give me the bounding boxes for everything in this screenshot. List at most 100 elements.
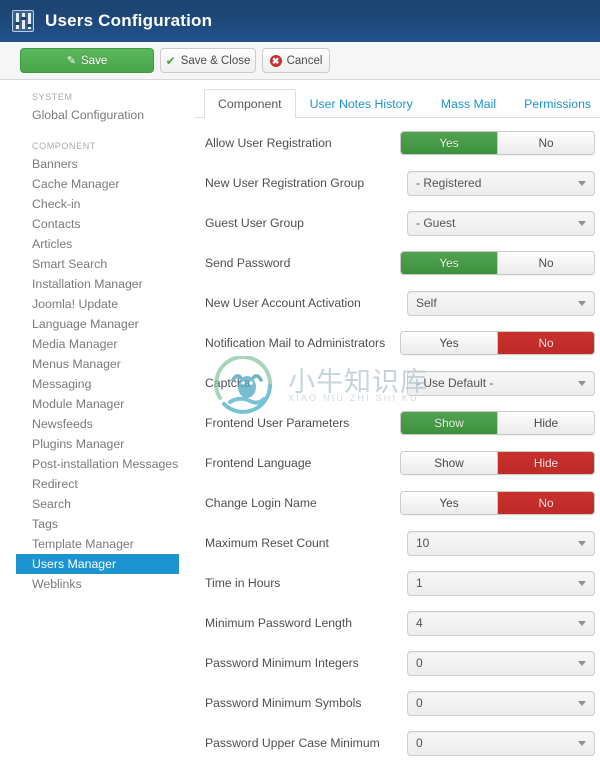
- chevron-down-icon: [578, 661, 586, 666]
- sidebar-item-smart-search[interactable]: Smart Search: [16, 254, 179, 274]
- sidebar-item-tags[interactable]: Tags: [16, 514, 179, 534]
- select-guest-user-group[interactable]: - Guest: [407, 210, 595, 236]
- edit-save-icon: ✎: [66, 55, 76, 67]
- sidebar-item-redirect[interactable]: Redirect: [16, 474, 179, 494]
- sidebar-item-language-manager[interactable]: Language Manager: [16, 314, 179, 334]
- sidebar-item-installation-manager[interactable]: Installation Manager: [16, 274, 179, 294]
- chevron-down-icon: [578, 581, 586, 586]
- sidebar-item-module-manager[interactable]: Module Manager: [16, 394, 179, 414]
- label-password-upper-case-minimum: Password Upper Case Minimum: [205, 736, 380, 750]
- label-change-login-name: Change Login Name: [205, 496, 317, 510]
- sidebar-item-check-in[interactable]: Check-in: [16, 194, 179, 214]
- label-maximum-reset-count: Maximum Reset Count: [205, 536, 329, 550]
- label-minimum-password-length: Minimum Password Length: [205, 616, 352, 630]
- select-password-upper-case-minimum[interactable]: 0: [407, 730, 595, 756]
- toggle-option-no[interactable]: No: [497, 132, 594, 154]
- select-password-minimum-integers[interactable]: 0: [407, 650, 595, 676]
- label-password-minimum-integers: Password Minimum Integers: [205, 656, 359, 670]
- form-row-password-minimum-symbols: Password Minimum Symbols 0: [195, 683, 600, 723]
- chevron-down-icon: [578, 221, 586, 226]
- sidebar-item-weblinks[interactable]: Weblinks: [16, 574, 179, 594]
- select-captcha[interactable]: - Use Default -: [407, 370, 595, 396]
- sidebar-item-contacts[interactable]: Contacts: [16, 214, 179, 234]
- sidebar-item-menus-manager[interactable]: Menus Manager: [16, 354, 179, 374]
- chevron-down-icon: [578, 381, 586, 386]
- sliders-config-icon: [12, 10, 34, 32]
- sidebar-item-search[interactable]: Search: [16, 494, 179, 514]
- form-row-frontend-user-parameters: Frontend User Parameters Show Hide: [195, 403, 600, 443]
- sidebar-item-template-manager[interactable]: Template Manager: [16, 534, 179, 554]
- main-panel: Component User Notes History Mass Mail Perm…: [195, 81, 600, 782]
- sidebar-item-global-configuration[interactable]: Global Configuration: [16, 105, 179, 125]
- control-wrap-new-user-registration-group: - Registered: [407, 170, 595, 196]
- label-frontend-language: Frontend Language: [205, 456, 312, 470]
- save-button-label: Save: [81, 54, 108, 67]
- sidebar-item-joomla-update[interactable]: Joomla! Update: [16, 294, 179, 314]
- sidebar-item-banners[interactable]: Banners: [16, 154, 179, 174]
- select-value-password-minimum-symbols: 0: [416, 696, 423, 710]
- select-value-maximum-reset-count: 10: [416, 536, 430, 550]
- form-row-minimum-password-length: Minimum Password Length 4: [195, 603, 600, 643]
- sidebar-item-messaging[interactable]: Messaging: [16, 374, 179, 394]
- sidebar-item-cache-manager[interactable]: Cache Manager: [16, 174, 179, 194]
- toggle-option-no[interactable]: No: [497, 492, 594, 514]
- toggle-frontend-user-parameters[interactable]: Show Hide: [400, 411, 595, 435]
- label-send-password: Send Password: [205, 256, 291, 270]
- toggle-option-show[interactable]: Show: [401, 412, 497, 434]
- select-minimum-password-length[interactable]: 4: [407, 610, 595, 636]
- toggle-option-yes[interactable]: Yes: [401, 252, 497, 274]
- sidebar-item-media-manager[interactable]: Media Manager: [16, 334, 179, 354]
- tab-user-notes-history[interactable]: User Notes History: [296, 89, 427, 118]
- sidebar-item-plugins-manager[interactable]: Plugins Manager: [16, 434, 179, 454]
- select-new-user-registration-group[interactable]: - Registered: [407, 170, 595, 196]
- toggle-option-yes[interactable]: Yes: [401, 132, 497, 154]
- select-value-guest-user-group: - Guest: [416, 216, 456, 230]
- toggle-option-show[interactable]: Show: [401, 452, 497, 474]
- select-new-user-account-activation[interactable]: Self: [407, 290, 595, 316]
- toggle-option-hide[interactable]: Hide: [497, 412, 594, 434]
- select-value-captcha: - Use Default -: [416, 376, 494, 390]
- cancel-button[interactable]: ✖ Cancel: [262, 48, 330, 73]
- toggle-frontend-language[interactable]: Show Hide: [400, 451, 595, 475]
- form-row-time-in-hours: Time in Hours 1: [195, 563, 600, 603]
- tab-mass-mail[interactable]: Mass Mail: [427, 89, 510, 118]
- check-icon: ✔: [165, 53, 176, 68]
- select-maximum-reset-count[interactable]: 10: [407, 530, 595, 556]
- form-row-notification-mail-to-administrators: Notification Mail to Administrators Yes No: [195, 323, 600, 363]
- toggle-option-hide[interactable]: Hide: [497, 452, 594, 474]
- form-row-password-upper-case-minimum: Password Upper Case Minimum 0: [195, 723, 600, 763]
- cancel-button-label: Cancel: [286, 54, 323, 67]
- select-time-in-hours[interactable]: 1: [407, 570, 595, 596]
- sidebar-item-users-manager[interactable]: Users Manager: [16, 554, 179, 574]
- toggle-option-yes[interactable]: Yes: [401, 332, 497, 354]
- sidebar-item-post-installation-messages[interactable]: Post-installation Messages: [16, 454, 179, 474]
- form-row-captcha: Captcha - Use Default -: [195, 363, 600, 403]
- control-wrap-change-login-name: Yes No: [400, 491, 595, 515]
- save-button[interactable]: ✎ Save: [20, 48, 154, 73]
- sidebar-group-title: SYSTEM: [32, 92, 73, 102]
- control-wrap-new-user-account-activation: Self: [407, 290, 595, 316]
- control-wrap-guest-user-group: - Guest: [407, 210, 595, 236]
- control-wrap-time-in-hours: 1: [407, 570, 595, 596]
- tab-permissions[interactable]: Permissions: [510, 89, 600, 118]
- toggle-option-no[interactable]: No: [497, 252, 594, 274]
- form-row-maximum-reset-count: Maximum Reset Count 10: [195, 523, 600, 563]
- toggle-option-yes[interactable]: Yes: [401, 492, 497, 514]
- form-row-new-user-account-activation: New User Account Activation Self: [195, 283, 600, 323]
- app-header: Users Configuration: [0, 0, 600, 42]
- toggle-notification-mail-to-administrators[interactable]: Yes No: [400, 331, 595, 355]
- toggle-change-login-name[interactable]: Yes No: [400, 491, 595, 515]
- sidebar-item-newsfeeds[interactable]: Newsfeeds: [16, 414, 179, 434]
- control-wrap-allow-user-registration: Yes No: [400, 131, 595, 155]
- toggle-option-no[interactable]: No: [497, 332, 594, 354]
- form-row-allow-user-registration: Allow User Registration Yes No: [195, 123, 600, 163]
- toggle-send-password[interactable]: Yes No: [400, 251, 595, 275]
- sidebar-item-articles[interactable]: Articles: [16, 234, 179, 254]
- select-value-minimum-password-length: 4: [416, 616, 423, 630]
- tab-component[interactable]: Component: [204, 89, 296, 118]
- save-and-close-button[interactable]: ✔ Save & Close: [160, 48, 256, 73]
- select-password-minimum-symbols[interactable]: 0: [407, 690, 595, 716]
- select-value-new-user-registration-group: - Registered: [416, 176, 482, 190]
- toggle-allow-user-registration[interactable]: Yes No: [400, 131, 595, 155]
- select-value-new-user-account-activation: Self: [416, 296, 437, 310]
